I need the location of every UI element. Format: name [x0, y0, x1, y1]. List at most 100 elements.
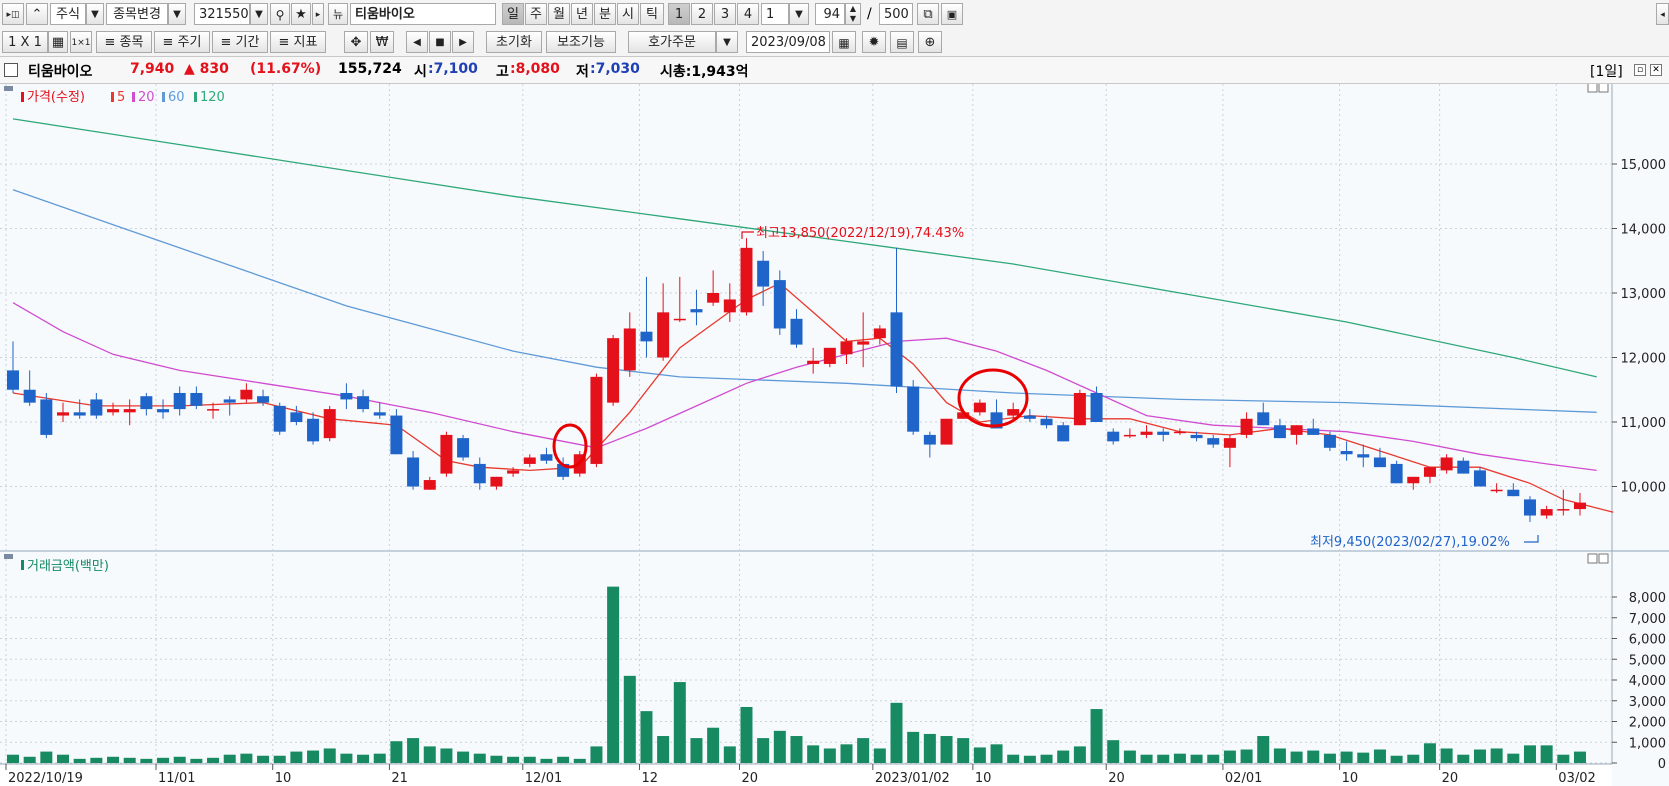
chevron-down-icon[interactable]: ▼: [86, 3, 104, 25]
tab-period-day[interactable]: 일: [502, 3, 524, 25]
panel-close-icon[interactable]: [1598, 553, 1609, 564]
candle: [790, 318, 803, 345]
volume-bar: [757, 738, 770, 763]
tab-number-1[interactable]: 1: [668, 3, 690, 25]
volume-bar: [657, 736, 670, 763]
volume-bar: [190, 758, 203, 763]
zoom-icon[interactable]: ⊕: [918, 31, 942, 53]
count-input[interactable]: 94: [815, 3, 845, 25]
info-change-pct: (11.67%): [250, 61, 322, 77]
market-select[interactable]: 주식: [50, 3, 86, 25]
candle: [273, 405, 286, 432]
candle: [1190, 434, 1203, 439]
one-by-one-icon[interactable]: 1×1: [70, 31, 92, 53]
chevron-up-icon[interactable]: ⌃: [26, 3, 48, 25]
chevron-right-icon[interactable]: ▸: [312, 3, 324, 25]
won-icon[interactable]: ₩: [370, 31, 394, 53]
volume-bar: [290, 751, 303, 763]
search-icon[interactable]: ⚲: [270, 3, 290, 25]
tab-period-month[interactable]: 월: [548, 3, 570, 25]
legend-ma20: 20: [138, 90, 155, 105]
tab-period-tick[interactable]: 틱: [640, 3, 664, 25]
save-icon[interactable]: ▣: [941, 3, 963, 25]
x-tick-label: 20: [1108, 771, 1125, 786]
interval-input[interactable]: 1: [761, 3, 789, 25]
legend-ma120-swatch: [194, 92, 197, 102]
restore-icon[interactable]: ▫: [1634, 64, 1646, 76]
layout-button[interactable]: 1 X 1: [2, 31, 48, 53]
candle: [1407, 476, 1420, 484]
collapse-right-icon[interactable]: ◂: [1656, 3, 1669, 25]
volume-bar: [1523, 745, 1536, 763]
move-icon[interactable]: ✥: [344, 31, 368, 53]
news-icon[interactable]: 뉴: [328, 3, 348, 25]
volume-panel-bg: [0, 552, 1612, 764]
spinner-icon[interactable]: ▲ ▼: [845, 3, 861, 25]
panel-toggle-button[interactable]: ▸◫: [2, 3, 24, 25]
tab-number-3[interactable]: 3: [714, 3, 736, 25]
candle: [940, 418, 953, 445]
indicator-button[interactable]: ≡ 지표: [270, 31, 326, 53]
volume-bar: [340, 753, 353, 763]
panel-restore-icon[interactable]: [1587, 84, 1598, 93]
volume-bar: [1457, 754, 1470, 763]
candle: [1507, 489, 1520, 497]
legend-toggle-icon[interactable]: [4, 554, 13, 559]
volume-bar: [890, 702, 903, 763]
high-annotation: 최고13,850(2022/12/19),74.43%: [756, 226, 964, 241]
volume-bar: [790, 736, 803, 763]
candle: [457, 438, 470, 458]
tab-period-week[interactable]: 주: [525, 3, 547, 25]
candle: [1223, 438, 1236, 448]
tab-number-4[interactable]: 4: [737, 3, 759, 25]
add-window-icon[interactable]: ⧉: [917, 3, 939, 25]
legend-toggle-icon[interactable]: [4, 86, 13, 91]
candle: [1307, 428, 1320, 435]
tab-period-year[interactable]: 년: [571, 3, 593, 25]
stock-code-input[interactable]: 321550: [194, 3, 250, 25]
candle: [857, 341, 870, 345]
chevron-down-icon[interactable]: ▼: [168, 3, 186, 25]
chevron-down-icon[interactable]: ▼: [716, 31, 738, 53]
candle: [773, 280, 786, 329]
candle: [290, 412, 303, 422]
candle: [1073, 392, 1086, 426]
close-icon[interactable]: ✕: [1650, 64, 1662, 76]
x-tick-label: 10: [1342, 771, 1359, 786]
gear-icon[interactable]: ✹: [862, 31, 886, 53]
calculator-icon[interactable]: ▤: [890, 31, 914, 53]
grid-icon[interactable]: ▦: [48, 31, 68, 53]
tab-period-hour[interactable]: 시: [617, 3, 639, 25]
calendar-icon[interactable]: ▦: [832, 31, 856, 53]
chevron-down-icon[interactable]: ▼: [250, 3, 268, 25]
star-icon[interactable]: ★: [291, 3, 311, 25]
stop-icon[interactable]: ■: [429, 31, 451, 53]
tab-period-minute[interactable]: 분: [594, 3, 616, 25]
order-button[interactable]: 호가주문: [628, 31, 716, 53]
range-button[interactable]: ≡ 기간: [212, 31, 268, 53]
volume-tick-label: 0: [1658, 757, 1666, 772]
reset-button[interactable]: 초기화: [486, 31, 542, 53]
prev-icon[interactable]: ◀: [406, 31, 428, 53]
panel-close-icon[interactable]: [1598, 84, 1609, 93]
volume-bar: [840, 744, 853, 763]
volume-bar: [723, 746, 736, 763]
stock-button[interactable]: ≡ 종목: [96, 31, 152, 53]
next-icon[interactable]: ▶: [452, 31, 474, 53]
date-input[interactable]: 2023/09/08: [746, 31, 830, 53]
period-button[interactable]: ≡ 주기: [154, 31, 210, 53]
volume-bar: [1573, 751, 1586, 763]
volume-bar: [1507, 753, 1520, 763]
indicator-button-label: 지표: [293, 35, 318, 50]
select-checkbox[interactable]: [4, 63, 18, 77]
candle: [1207, 438, 1220, 445]
stock-chart[interactable]: 15,000 14,000 13,000 12,000 11,000 10,000 8,00…: [0, 84, 1669, 786]
chevron-down-icon[interactable]: ▼: [789, 3, 809, 25]
aux-function-button[interactable]: 보조기능: [546, 31, 616, 53]
menu-icon: ≡: [104, 35, 120, 50]
change-stock-button[interactable]: 종목변경: [106, 3, 168, 25]
candle: [1490, 489, 1503, 492]
tab-number-2[interactable]: 2: [691, 3, 713, 25]
candle: [1140, 431, 1153, 435]
panel-restore-icon[interactable]: [1587, 553, 1598, 564]
